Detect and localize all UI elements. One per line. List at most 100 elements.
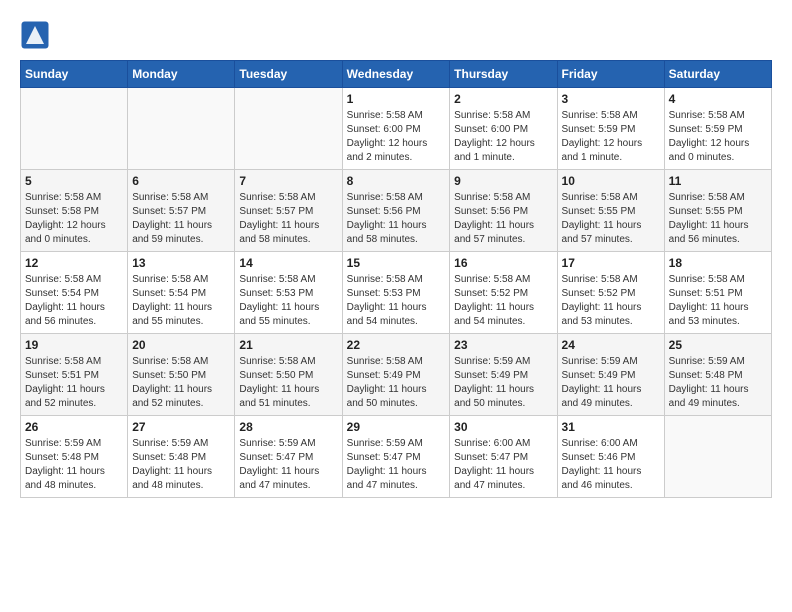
day-info: Sunrise: 5:58 AM Sunset: 5:56 PM Dayligh… [347, 191, 446, 247]
day-info: Sunrise: 5:58 AM Sunset: 5:59 PM Dayligh… [669, 109, 767, 165]
day-number: 16 [454, 256, 552, 270]
calendar-header-thursday: Thursday [450, 61, 557, 88]
day-number: 14 [239, 256, 337, 270]
calendar-day-26: 26 Sunrise: 5:59 AM Sunset: 5:48 PM Dayli… [21, 416, 128, 498]
page-header [20, 20, 772, 50]
calendar-day-5: 5Sunrise: 5:58 AM Sunset: 5:58 PM Daylig… [21, 170, 128, 252]
day-number: 18 [669, 256, 767, 270]
day-info: Sunrise: 5:59 AM Sunset: 5:48 PM Dayligh… [132, 437, 230, 493]
calendar-day-20: 20 Sunrise: 5:58 AM Sunset: 5:50 PM Dayli… [128, 334, 235, 416]
day-number: 23 [454, 338, 552, 352]
calendar-header-row: SundayMondayTuesdayWednesdayThursdayFrid… [21, 61, 772, 88]
day-info: Sunrise: 5:58 AM Sunset: 5:51 PM Dayligh… [669, 273, 767, 329]
day-number: 28 [239, 420, 337, 434]
day-info: Sunrise: 5:58 AM Sunset: 5:59 PM Dayligh… [562, 109, 660, 165]
calendar-day-22: 22 Sunrise: 5:58 AM Sunset: 5:49 PM Dayli… [342, 334, 450, 416]
day-info: Sunrise: 5:59 AM Sunset: 5:47 PM Dayligh… [347, 437, 446, 493]
calendar-day-8: 8 Sunrise: 5:58 AM Sunset: 5:56 PM Daylig… [342, 170, 450, 252]
day-info: Sunrise: 5:58 AM Sunset: 5:52 PM Dayligh… [454, 273, 552, 329]
calendar-day-17: 17 Sunrise: 5:58 AM Sunset: 5:52 PM Dayli… [557, 252, 664, 334]
calendar-day-15: 15 Sunrise: 5:58 AM Sunset: 5:53 PM Dayli… [342, 252, 450, 334]
day-number: 9 [454, 174, 552, 188]
day-number: 30 [454, 420, 552, 434]
calendar-day-27: 27 Sunrise: 5:59 AM Sunset: 5:48 PM Dayli… [128, 416, 235, 498]
calendar-day-31: 31 Sunrise: 6:00 AM Sunset: 5:46 PM Dayli… [557, 416, 664, 498]
day-number: 2 [454, 92, 552, 106]
day-number: 17 [562, 256, 660, 270]
day-info: Sunrise: 5:58 AM Sunset: 5:53 PM Dayligh… [239, 273, 337, 329]
calendar-week-1: 5Sunrise: 5:58 AM Sunset: 5:58 PM Daylig… [21, 170, 772, 252]
day-number: 5 [25, 174, 123, 188]
calendar-day-13: 13 Sunrise: 5:58 AM Sunset: 5:54 PM Dayli… [128, 252, 235, 334]
calendar-day-1: 1Sunrise: 5:58 AM Sunset: 6:00 PM Daylig… [342, 88, 450, 170]
day-number: 13 [132, 256, 230, 270]
calendar-day-10: 10 Sunrise: 5:58 AM Sunset: 5:55 PM Dayli… [557, 170, 664, 252]
logo-icon [20, 20, 50, 50]
day-number: 25 [669, 338, 767, 352]
calendar-day-16: 16 Sunrise: 5:58 AM Sunset: 5:52 PM Dayli… [450, 252, 557, 334]
day-info: Sunrise: 5:58 AM Sunset: 5:52 PM Dayligh… [562, 273, 660, 329]
day-info: Sunrise: 5:59 AM Sunset: 5:48 PM Dayligh… [669, 355, 767, 411]
day-number: 21 [239, 338, 337, 352]
calendar-day-6: 6Sunrise: 5:58 AM Sunset: 5:57 PM Daylig… [128, 170, 235, 252]
calendar-header-tuesday: Tuesday [235, 61, 342, 88]
calendar-day-23: 23 Sunrise: 5:59 AM Sunset: 5:49 PM Dayli… [450, 334, 557, 416]
day-info: Sunrise: 5:58 AM Sunset: 5:55 PM Dayligh… [669, 191, 767, 247]
day-info: Sunrise: 5:58 AM Sunset: 5:49 PM Dayligh… [347, 355, 446, 411]
calendar-day-7: 7 Sunrise: 5:58 AM Sunset: 5:57 PM Daylig… [235, 170, 342, 252]
day-info: Sunrise: 5:58 AM Sunset: 5:55 PM Dayligh… [562, 191, 660, 247]
day-number: 4 [669, 92, 767, 106]
day-info: Sunrise: 5:58 AM Sunset: 5:57 PM Dayligh… [239, 191, 337, 247]
calendar-header-friday: Friday [557, 61, 664, 88]
calendar-empty-cell [21, 88, 128, 170]
calendar-header-sunday: Sunday [21, 61, 128, 88]
day-info: Sunrise: 5:59 AM Sunset: 5:47 PM Dayligh… [239, 437, 337, 493]
day-number: 22 [347, 338, 446, 352]
calendar-day-3: 3 Sunrise: 5:58 AM Sunset: 5:59 PM Daylig… [557, 88, 664, 170]
day-number: 29 [347, 420, 446, 434]
calendar-week-3: 19 Sunrise: 5:58 AM Sunset: 5:51 PM Dayli… [21, 334, 772, 416]
day-info: Sunrise: 5:58 AM Sunset: 5:53 PM Dayligh… [347, 273, 446, 329]
calendar-week-2: 12 Sunrise: 5:58 AM Sunset: 5:54 PM Dayli… [21, 252, 772, 334]
calendar-day-24: 24Sunrise: 5:59 AM Sunset: 5:49 PM Dayli… [557, 334, 664, 416]
calendar-header-wednesday: Wednesday [342, 61, 450, 88]
day-number: 26 [25, 420, 123, 434]
day-number: 7 [239, 174, 337, 188]
calendar-day-9: 9Sunrise: 5:58 AM Sunset: 5:56 PM Daylig… [450, 170, 557, 252]
day-info: Sunrise: 6:00 AM Sunset: 5:46 PM Dayligh… [562, 437, 660, 493]
day-number: 11 [669, 174, 767, 188]
calendar-empty-cell [664, 416, 771, 498]
day-number: 12 [25, 256, 123, 270]
calendar-empty-cell [128, 88, 235, 170]
calendar-week-0: 1Sunrise: 5:58 AM Sunset: 6:00 PM Daylig… [21, 88, 772, 170]
logo [20, 20, 54, 50]
day-info: Sunrise: 5:58 AM Sunset: 6:00 PM Dayligh… [347, 109, 446, 165]
day-number: 3 [562, 92, 660, 106]
day-number: 19 [25, 338, 123, 352]
calendar-day-12: 12 Sunrise: 5:58 AM Sunset: 5:54 PM Dayli… [21, 252, 128, 334]
calendar-day-21: 21 Sunrise: 5:58 AM Sunset: 5:50 PM Dayli… [235, 334, 342, 416]
calendar-table: SundayMondayTuesdayWednesdayThursdayFrid… [20, 60, 772, 498]
calendar-empty-cell [235, 88, 342, 170]
day-info: Sunrise: 5:58 AM Sunset: 5:51 PM Dayligh… [25, 355, 123, 411]
day-info: Sunrise: 5:59 AM Sunset: 5:48 PM Dayligh… [25, 437, 123, 493]
day-number: 8 [347, 174, 446, 188]
day-info: Sunrise: 6:00 AM Sunset: 5:47 PM Dayligh… [454, 437, 552, 493]
calendar-day-18: 18 Sunrise: 5:58 AM Sunset: 5:51 PM Dayli… [664, 252, 771, 334]
calendar-day-25: 25 Sunrise: 5:59 AM Sunset: 5:48 PM Dayli… [664, 334, 771, 416]
day-number: 24 [562, 338, 660, 352]
calendar-day-30: 30 Sunrise: 6:00 AM Sunset: 5:47 PM Dayli… [450, 416, 557, 498]
day-number: 27 [132, 420, 230, 434]
day-info: Sunrise: 5:58 AM Sunset: 5:54 PM Dayligh… [132, 273, 230, 329]
day-info: Sunrise: 5:58 AM Sunset: 5:50 PM Dayligh… [239, 355, 337, 411]
day-number: 10 [562, 174, 660, 188]
day-info: Sunrise: 5:58 AM Sunset: 5:50 PM Dayligh… [132, 355, 230, 411]
day-info: Sunrise: 5:59 AM Sunset: 5:49 PM Dayligh… [454, 355, 552, 411]
day-number: 20 [132, 338, 230, 352]
calendar-header-saturday: Saturday [664, 61, 771, 88]
day-number: 31 [562, 420, 660, 434]
day-info: Sunrise: 5:58 AM Sunset: 5:54 PM Dayligh… [25, 273, 123, 329]
day-number: 6 [132, 174, 230, 188]
calendar-day-11: 11 Sunrise: 5:58 AM Sunset: 5:55 PM Dayli… [664, 170, 771, 252]
day-number: 15 [347, 256, 446, 270]
